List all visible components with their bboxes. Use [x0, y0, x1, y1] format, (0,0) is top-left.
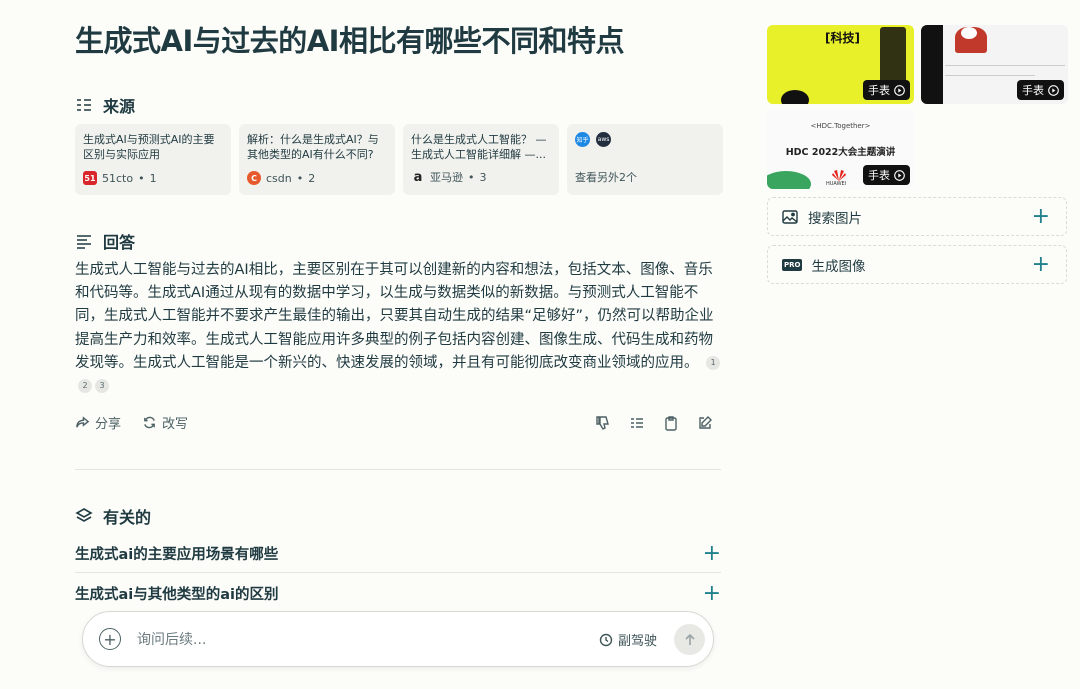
- citation-badge[interactable]: 2: [78, 379, 92, 394]
- source-card[interactable]: 解析：什么是生成式AI？与其他类型的AI有什么不同? C csdn • 2: [239, 124, 395, 195]
- source-index: 3: [479, 170, 487, 184]
- play-icon: [894, 84, 905, 96]
- generate-image-label: 生成图像: [811, 258, 866, 275]
- answer-heading-label: 回答: [103, 233, 136, 252]
- watch-badge: 手表: [863, 165, 910, 185]
- share-label: 分享: [95, 417, 122, 432]
- video-thumbnail[interactable]: <HDC.Together> HDC 2022大会主题演讲 HUAWEI 手表: [767, 110, 914, 189]
- source-meta: 51 51cto • 1: [83, 171, 157, 185]
- source-index: 1: [149, 171, 157, 185]
- watch-label: 手表: [868, 169, 890, 182]
- share-button[interactable]: 分享: [75, 413, 121, 432]
- source-site: 51cto: [102, 171, 134, 185]
- sources-heading: 来源: [75, 93, 135, 117]
- divider: [75, 469, 721, 470]
- source-card[interactable]: 什么是生成式人工智能？ — 生成式人工智能详细解 —... a 亚马逊 • 3: [403, 124, 559, 195]
- answer-actions: 分享 改写: [75, 413, 721, 433]
- more-source-logos: 知乎 aws: [575, 132, 715, 147]
- source-site: csdn: [266, 171, 292, 185]
- search-images-label: 搜索图片: [808, 210, 862, 227]
- watch-badge: 手表: [863, 80, 910, 100]
- watch-label: 手表: [1022, 84, 1044, 97]
- thumbnail-graphic: [781, 90, 809, 104]
- copy-icon[interactable]: [663, 415, 679, 431]
- plus-icon: +: [1031, 252, 1050, 277]
- related-item[interactable]: 生成式ai与其他类型的ai的区别 +: [75, 574, 721, 612]
- thumbnail-graphic: [767, 171, 811, 189]
- copilot-toggle[interactable]: 副驾驶: [599, 630, 657, 649]
- answer-heading: 回答: [75, 229, 135, 253]
- sources-list: 生成式AI与预测式AI的主要区别与实际应用 51 51cto • 1 解析：什么…: [75, 124, 723, 195]
- plus-icon: +: [1031, 204, 1050, 229]
- follow-up-input[interactable]: [137, 628, 537, 652]
- source-meta: C csdn • 2: [247, 171, 315, 185]
- source-card[interactable]: 生成式AI与预测式AI的主要区别与实际应用 51 51cto • 1: [75, 124, 231, 195]
- related-item-label: 生成式ai与其他类型的ai的区别: [75, 586, 279, 603]
- arrow-up-icon: [684, 633, 695, 645]
- related-item[interactable]: 生成式ai的主要应用场景有哪些 +: [75, 535, 721, 573]
- rewrite-button[interactable]: 改写: [142, 413, 188, 432]
- zhihu-logo-icon: 知乎: [575, 132, 590, 147]
- source-title: 生成式AI与预测式AI的主要区别与实际应用: [83, 133, 215, 161]
- watch-badge: 手表: [1017, 80, 1064, 100]
- video-overlay-text: [科技]: [825, 31, 860, 45]
- aws-logo-icon: aws: [596, 132, 611, 147]
- site-logo-icon: C: [247, 171, 261, 185]
- thumbnail-graphic: [921, 25, 943, 104]
- rewrite-icon: [144, 416, 155, 429]
- site-logo-icon: 51: [83, 171, 97, 185]
- sources-icon: [77, 99, 91, 111]
- search-images-button[interactable]: 搜索图片 +: [767, 197, 1067, 236]
- source-title: 解析：什么是生成式AI？与其他类型的AI有什么不同?: [247, 133, 379, 161]
- video-overlay-text: HDC 2022大会主题演讲: [785, 147, 896, 158]
- sponsor-text: HUAWEI: [826, 181, 847, 187]
- sources-toggle-icon[interactable]: [629, 415, 645, 431]
- answer-text: 生成式人工智能与过去的AI相比，主要区别在于其可以创建新的内容和想法，包括文本、…: [75, 259, 721, 398]
- huawei-logo-icon: [829, 167, 849, 181]
- image-icon: [782, 209, 798, 224]
- plus-icon[interactable]: +: [703, 541, 721, 566]
- source-title: 什么是生成式人工智能？ — 生成式人工智能详细解 —...: [411, 133, 547, 161]
- answer-icon: [77, 235, 91, 249]
- related-heading-label: 有关的: [103, 508, 152, 527]
- generate-image-button[interactable]: PRO 生成图像 +: [767, 245, 1067, 284]
- thumbnail-graphic: [961, 27, 977, 39]
- related-item-label: 生成式ai的主要应用场景有哪些: [75, 547, 279, 563]
- clock-icon: [599, 633, 613, 646]
- page-title: 生成式AI与过去的AI相比有哪些不同和特点: [75, 24, 624, 58]
- pro-badge: PRO: [782, 258, 803, 271]
- citation-badge[interactable]: 1: [706, 355, 721, 370]
- source-more-label: 查看另外2个: [575, 171, 637, 184]
- source-index: 2: [308, 171, 316, 185]
- play-icon: [1048, 84, 1059, 96]
- follow-up-bar: + 副驾驶: [82, 611, 714, 667]
- citation-badge[interactable]: 3: [95, 379, 109, 394]
- sources-heading-label: 来源: [103, 97, 136, 116]
- video-thumbnail[interactable]: 手表: [921, 25, 1068, 104]
- plus-icon[interactable]: +: [703, 581, 721, 606]
- amazon-logo-icon: a: [413, 169, 423, 185]
- send-button[interactable]: [674, 624, 705, 655]
- rewrite-label: 改写: [162, 417, 189, 432]
- dislike-icon[interactable]: [595, 415, 611, 431]
- attach-plus-icon[interactable]: +: [99, 628, 121, 650]
- source-site: 亚马逊: [430, 171, 463, 184]
- share-icon: [76, 416, 90, 428]
- watch-label: 手表: [868, 84, 890, 97]
- video-thumbnail[interactable]: [科技] 手表: [767, 25, 914, 104]
- play-icon: [894, 169, 905, 181]
- related-heading: 有关的: [75, 504, 151, 528]
- copilot-label: 副驾驶: [618, 634, 658, 649]
- source-meta: a 亚马逊 • 3: [411, 169, 487, 185]
- answer-body: 生成式人工智能与过去的AI相比，主要区别在于其可以创建新的内容和想法，包括文本、…: [75, 262, 714, 371]
- brand-text: <HDC.Together>: [810, 122, 871, 130]
- edit-icon[interactable]: [697, 415, 713, 431]
- layers-icon: [75, 508, 93, 522]
- source-more-card[interactable]: 知乎 aws 查看另外2个: [567, 124, 723, 195]
